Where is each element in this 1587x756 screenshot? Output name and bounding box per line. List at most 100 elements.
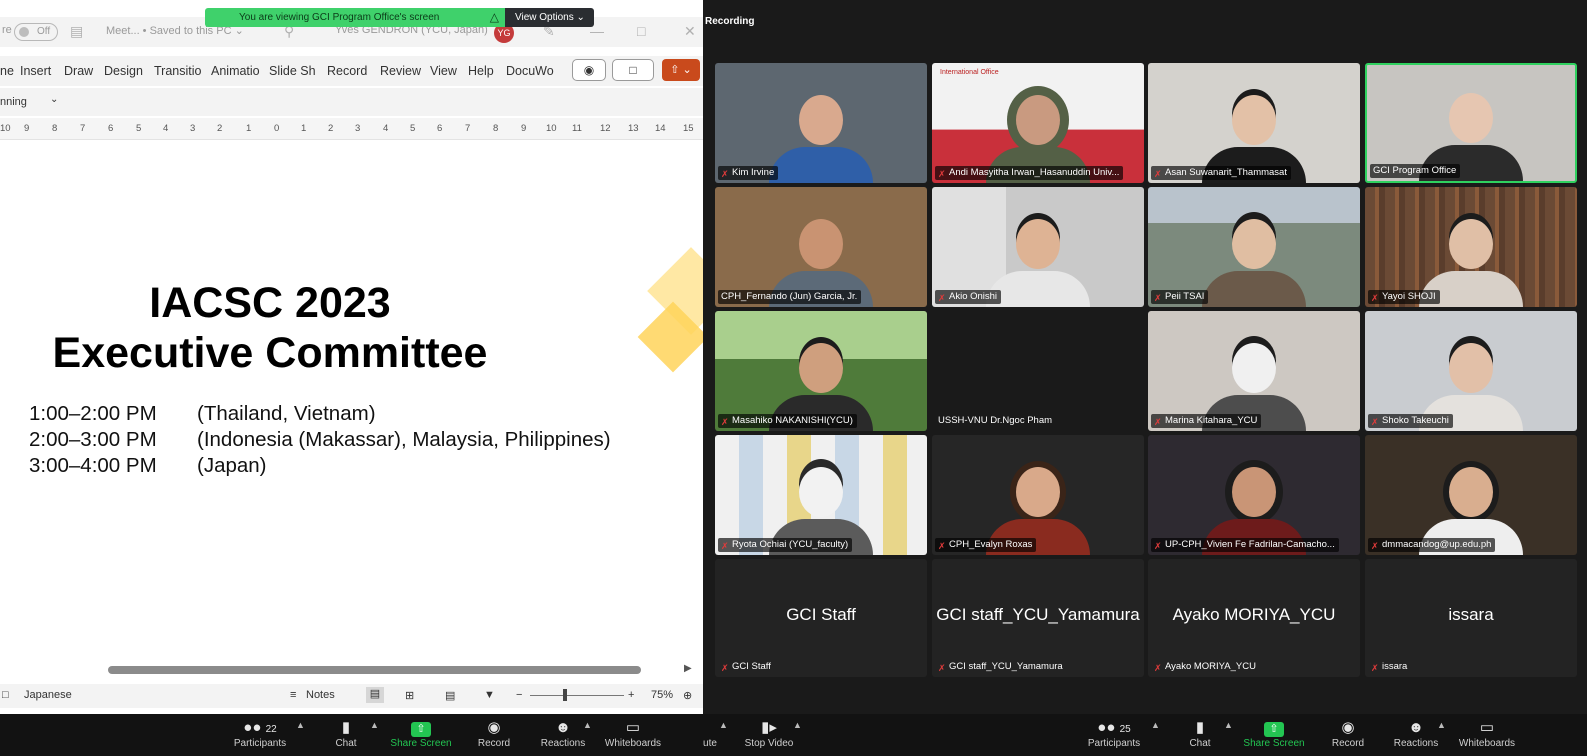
participant-tile[interactable]: USSH-VNU Dr.Ngoc Pham [932, 311, 1144, 431]
zoom-slider-thumb[interactable] [563, 689, 567, 701]
ruler-tick: 5 [136, 123, 142, 134]
notes-button[interactable]: Notes [306, 689, 335, 701]
participant-tile[interactable]: ✗ Ryota Ochiai (YCU_faculty) [715, 435, 927, 555]
participant-name-tag: CPH_Fernando (Jun) Garcia, Jr. [718, 290, 862, 304]
chevron-up-icon[interactable]: ▲ [1437, 720, 1446, 730]
tab-view[interactable]: View [430, 64, 457, 78]
tab-record[interactable]: Record [327, 64, 367, 78]
slideshow-icon[interactable]: ▼ [484, 689, 495, 701]
tab-insert[interactable]: Insert [20, 64, 51, 78]
participant-tile-video-off[interactable]: GCI staff_YCU_Yamamura ✗ GCI staff_YCU_Ya… [932, 559, 1144, 677]
whiteboards-button[interactable]: ▭ Whiteboards [1456, 718, 1518, 749]
slide-canvas[interactable]: IACSC 2023 Executive Committee 1:00–2:00… [0, 142, 703, 662]
participant-tile-video-off[interactable]: Ayako MORIYA_YCU ✗ Ayako MORIYA_YCU [1148, 559, 1360, 677]
tab-design[interactable]: Design [104, 64, 143, 78]
tab-help[interactable]: Help [468, 64, 494, 78]
reactions-button[interactable]: ☻ Reactions [538, 718, 588, 749]
stop-video-label: Stop Video [744, 738, 794, 749]
zoom-out-icon[interactable]: − [516, 689, 522, 701]
tab-transitions[interactable]: Transitio [154, 64, 201, 78]
chevron-up-icon[interactable]: ▲ [296, 720, 305, 730]
participants-icon: ●● 22 [243, 719, 277, 736]
comment-icon[interactable]: □ [612, 59, 654, 81]
chevron-up-icon[interactable]: ▲ [1224, 720, 1233, 730]
participant-name: Shoko Takeuchi [1382, 415, 1449, 426]
tab-docuworks[interactable]: DocuWo [506, 64, 554, 78]
record-label: Record [1331, 738, 1365, 749]
share-screen-button[interactable]: ⇧ Share Screen [1240, 718, 1308, 749]
participant-tile[interactable]: ✗ UP-CPH_Vivien Fe Fadrilan-Camacho... [1148, 435, 1360, 555]
maximize-icon[interactable]: □ [637, 23, 645, 39]
participant-tile[interactable]: International Office ✗ Andi Masyitha Irwa… [932, 63, 1144, 183]
subbar-label: nning [0, 96, 27, 108]
whiteboards-button[interactable]: ▭ Whiteboards [602, 718, 664, 749]
ribbon-subbar: nning ⌄ [0, 88, 703, 116]
reading-view-icon[interactable]: ▤ [445, 689, 455, 702]
slide-title-line1: IACSC 2023 [149, 279, 391, 327]
participant-tile[interactable]: ✗ dmmacandog@up.edu.ph [1365, 435, 1577, 555]
record-button[interactable]: ◉ Record [474, 718, 514, 749]
zoom-percent[interactable]: 75% [651, 689, 673, 701]
language-label[interactable]: Japanese [24, 689, 72, 701]
autosave-toggle[interactable]: Off [14, 23, 58, 41]
muted-mic-icon: ✗ [721, 417, 729, 427]
participant-name-tag: ✗ dmmacandog@up.edu.ph [1368, 538, 1496, 552]
zoom-in-icon[interactable]: + [628, 689, 634, 701]
collapse-ribbon-icon[interactable]: ⌄ [50, 94, 58, 105]
participant-name: Ayako MORIYA_YCU [1165, 661, 1256, 672]
record-button-icon[interactable]: ◉ [572, 59, 606, 81]
participant-tile-video-off[interactable]: issara ✗ issara [1365, 559, 1577, 677]
participant-tile[interactable]: ✗ Kim Irvine [715, 63, 927, 183]
participant-tile[interactable]: CPH_Fernando (Jun) Garcia, Jr. [715, 187, 927, 307]
chevron-up-icon[interactable]: ▲ [1151, 720, 1160, 730]
participant-tile-video-off[interactable]: GCI Staff ✗ GCI Staff [715, 559, 927, 677]
whiteboards-label: Whiteboards [1458, 738, 1516, 749]
close-icon[interactable]: ✕ [684, 23, 696, 40]
spellcheck-icon[interactable]: □ [2, 689, 9, 701]
slide-sorter-icon[interactable]: ⊞ [405, 689, 414, 702]
zoom-meeting-window: You are viewing GCI Program Office's scr… [0, 0, 1587, 756]
fit-to-window-icon[interactable]: ⊕ [683, 689, 692, 702]
mute-button[interactable]: ute [703, 718, 717, 749]
participant-tile[interactable]: ✗ Shoko Takeuchi [1365, 311, 1577, 431]
view-options-button[interactable]: View Options ⌄ [505, 8, 594, 27]
reactions-icon: ☻ [1408, 719, 1424, 736]
tab-animations[interactable]: Animatio [211, 64, 260, 78]
chevron-up-icon[interactable]: ▲ [793, 720, 802, 730]
normal-view-icon[interactable]: ▤ [366, 687, 384, 703]
reactions-button[interactable]: ☻ Reactions [1391, 718, 1441, 749]
ruler-tick: 9 [24, 123, 30, 134]
tab-draw[interactable]: Draw [64, 64, 93, 78]
participant-name-tag: ✗ Yayoi SHOJI [1368, 290, 1440, 304]
record-button[interactable]: ◉ Record [1328, 718, 1368, 749]
participant-tile[interactable]: ✗ Asan Suwanarit_Thammasat [1148, 63, 1360, 183]
participant-tile[interactable]: ✗ Marina Kitahara_YCU [1148, 311, 1360, 431]
share-screen-button[interactable]: ⇧ Share Screen [387, 718, 455, 749]
horizontal-scrollbar[interactable] [108, 666, 641, 674]
notes-icon[interactable]: ≡ [290, 689, 296, 701]
scroll-right-icon[interactable]: ▶ [684, 663, 692, 674]
save-icon[interactable]: ▤ [70, 23, 83, 40]
chat-button[interactable]: ▮ Chat [328, 718, 364, 749]
participant-name: GCI staff_YCU_Yamamura [949, 661, 1063, 672]
chevron-up-icon[interactable]: ▲ [370, 720, 379, 730]
muted-mic-icon: ✗ [1154, 169, 1162, 179]
participants-button[interactable]: ●● 25 Participants [1084, 718, 1144, 749]
zoom-slider[interactable] [530, 695, 624, 696]
share-icon[interactable]: ⇧ ⌄ [662, 59, 700, 81]
chevron-up-icon[interactable]: ▲ [583, 720, 592, 730]
participant-tile[interactable]: ✗ Yayoi SHOJI [1365, 187, 1577, 307]
tab-home[interactable]: ne [0, 64, 14, 78]
stop-video-button[interactable]: ▮▸ Stop Video [742, 718, 796, 749]
participant-tile[interactable]: ✗ Masahiko NAKANISHI(YCU) [715, 311, 927, 431]
participant-tile[interactable]: ✗ CPH_Evalyn Roxas [932, 435, 1144, 555]
participant-name: USSH-VNU Dr.Ngoc Pham [938, 415, 1053, 426]
tab-review[interactable]: Review [380, 64, 421, 78]
participants-button[interactable]: ●● 22 Participants [230, 718, 290, 749]
tab-slide-show[interactable]: Slide Sh [269, 64, 316, 78]
participant-tile[interactable]: ✗ Akio Onishi [932, 187, 1144, 307]
chat-button[interactable]: ▮ Chat [1182, 718, 1218, 749]
participant-tile[interactable]: ✗ Peii TSAI [1148, 187, 1360, 307]
chevron-up-icon[interactable]: ▲ [719, 720, 728, 730]
participant-tile-active-speaker[interactable]: GCI Program Office [1365, 63, 1577, 183]
